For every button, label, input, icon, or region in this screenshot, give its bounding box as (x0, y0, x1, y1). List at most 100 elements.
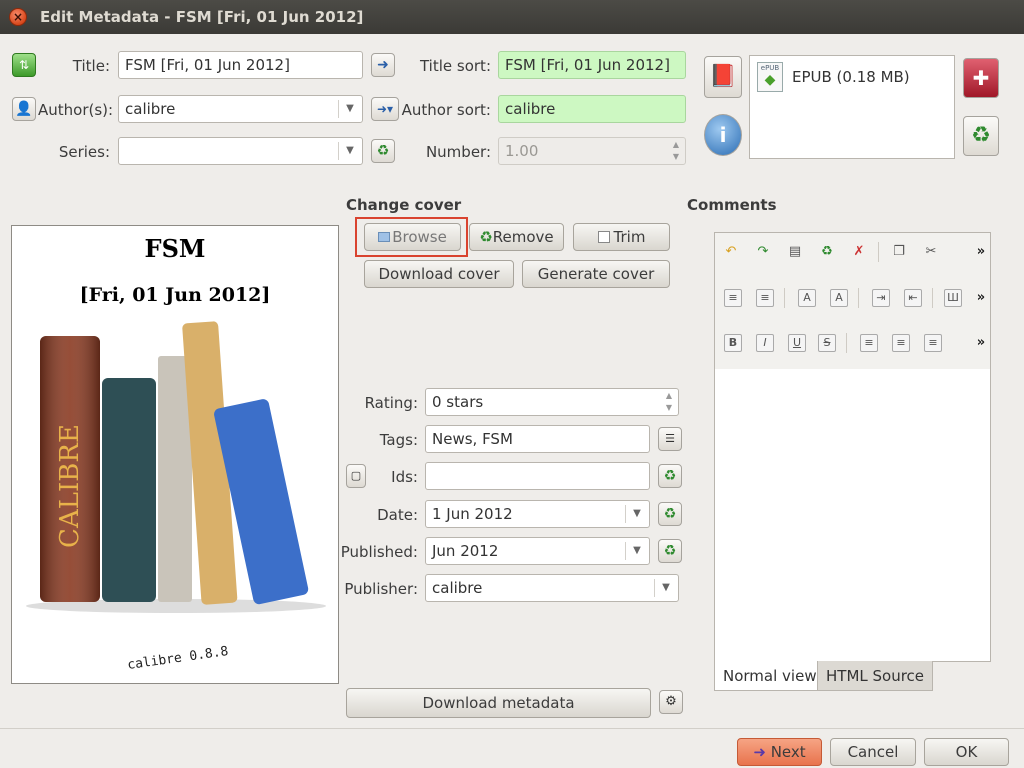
ok-button[interactable]: OK (924, 738, 1009, 766)
title-input[interactable]: FSM [Fri, 01 Jun 2012] (118, 51, 363, 79)
next-button[interactable]: ➜ Next (737, 738, 822, 766)
bottom-divider (0, 728, 1024, 729)
formats-list[interactable]: ePUB ◆ EPUB (0.18 MB) (749, 55, 955, 159)
remove-format-icon[interactable]: ♻ (963, 116, 999, 156)
clipboard-icon[interactable]: ▢ (346, 464, 366, 488)
clear-published-icon[interactable]: ♻ (658, 539, 682, 563)
add-format-icon[interactable]: ✚ (963, 58, 999, 98)
document-icon[interactable]: ▤ (784, 241, 806, 263)
image-icon (378, 232, 391, 242)
author-sort-label: Author sort: (401, 101, 491, 119)
number-label: Number: (425, 143, 491, 161)
close-window-button[interactable]: × (9, 8, 27, 26)
title-sort-label: Title sort: (419, 57, 491, 75)
outdent-icon[interactable]: ⇤ (904, 289, 922, 307)
published-value: Jun 2012 (432, 542, 499, 560)
more-tools-icon[interactable]: » (970, 287, 992, 309)
author-manage-icon[interactable]: 👤 (12, 97, 36, 121)
title-bar: × Edit Metadata - FSM [Fri, 01 Jun 2012] (0, 0, 1024, 34)
cover-preview-footer: calibre 0.8.8 (126, 643, 230, 674)
trim-cover-button[interactable]: Trim (573, 223, 670, 251)
clear-ids-icon[interactable]: ♻ (658, 464, 682, 488)
tags-label: Tags: (379, 431, 418, 449)
toolbar-row-1: ↶ ↷ ▤ ♻ ✗ ❐ ✂ » (718, 241, 988, 271)
author-to-sort-arrow-icon[interactable]: ➜▾ (371, 97, 399, 121)
gear-icon[interactable]: ⚙ (659, 690, 683, 714)
cancel-button[interactable]: Cancel (830, 738, 916, 766)
chevron-down-icon[interactable]: ▼ (625, 538, 649, 564)
redo-icon[interactable]: ↷ (752, 241, 774, 263)
block-style-icon[interactable]: Ш (944, 289, 962, 307)
toolbar-separator (932, 288, 933, 308)
authors-combobox[interactable]: calibre ▼ (118, 95, 363, 123)
generate-cover-button[interactable]: Generate cover (522, 260, 670, 288)
title-sort-input[interactable]: FSM [Fri, 01 Jun 2012] (498, 51, 686, 79)
more-tools-icon[interactable]: » (970, 241, 992, 263)
underline-icon[interactable]: U (788, 334, 806, 352)
align-right-icon[interactable]: ≡ (924, 334, 942, 352)
next-label: Next (770, 743, 806, 761)
series-label: Series: (58, 143, 110, 161)
align-left-icon[interactable]: ≡ (860, 334, 878, 352)
subscript-icon[interactable]: A (830, 289, 848, 307)
series-number-input[interactable]: 1.00 ▲ ▼ (498, 137, 686, 165)
toolbar-separator (784, 288, 785, 308)
download-cover-button[interactable]: Download cover (364, 260, 514, 288)
chevron-down-icon[interactable]: ▼ (338, 138, 362, 164)
undo-icon[interactable]: ↶ (720, 241, 742, 263)
books-illustration: CALIBRE (26, 321, 326, 613)
spinner-icon[interactable]: ▲ ▼ (667, 138, 685, 164)
browse-label: Browse (392, 228, 447, 246)
ordered-list-icon[interactable]: ≡ (724, 289, 742, 307)
recycle-icon: ♻ (479, 228, 493, 246)
cover-preview-subtitle: [Fri, 01 Jun 2012] (79, 284, 271, 306)
strikethrough-icon[interactable]: S (818, 334, 836, 352)
chevron-down-icon[interactable]: ▼ (338, 96, 362, 122)
tab-normal-view[interactable]: Normal view (714, 661, 826, 691)
chevron-down-icon[interactable]: ▼ (625, 501, 649, 527)
cover-preview[interactable]: FSM [Fri, 01 Jun 2012] CALIBRE calibre 0… (11, 225, 339, 684)
publisher-combobox[interactable]: calibre ▼ (425, 574, 679, 602)
browse-cover-button[interactable]: Browse (364, 223, 461, 251)
clear-date-icon[interactable]: ♻ (658, 502, 682, 526)
tag-editor-icon[interactable]: ☰ (658, 427, 682, 451)
superscript-icon[interactable]: A (798, 289, 816, 307)
remove-cover-button[interactable]: ♻Remove (469, 223, 564, 251)
copy-icon[interactable]: ❐ (888, 241, 910, 263)
ids-label: Ids: (391, 468, 418, 486)
format-item-epub[interactable]: EPUB (0.18 MB) (792, 68, 910, 86)
tab-html-source[interactable]: HTML Source (817, 661, 934, 691)
clear-format-icon[interactable]: ✗ (848, 241, 870, 263)
toolbar-separator (846, 333, 847, 353)
trim-icon (597, 231, 610, 243)
book-icon[interactable]: 📕 (704, 56, 742, 98)
author-sort-input[interactable]: calibre (498, 95, 686, 123)
title-label: Title: (72, 57, 110, 75)
spinner-icon[interactable]: ▲ ▼ (660, 389, 678, 415)
title-to-sort-arrow-icon[interactable]: ➜ (371, 53, 395, 77)
bold-icon[interactable]: B (724, 334, 742, 352)
download-metadata-button[interactable]: Download metadata (346, 688, 651, 718)
chevron-down-icon[interactable]: ▼ (654, 575, 678, 601)
ids-input[interactable] (425, 462, 650, 490)
toolbar-row-2: ≡ ≡ A A ⇥ ⇤ Ш » (718, 287, 988, 317)
rating-input[interactable]: 0 stars ▲ ▼ (425, 388, 679, 416)
align-center-icon[interactable]: ≡ (892, 334, 910, 352)
series-combobox[interactable]: ▼ (118, 137, 363, 165)
tags-input[interactable]: News, FSM (425, 425, 650, 453)
date-input[interactable]: 1 Jun 2012 ▼ (425, 500, 650, 528)
clear-series-icon[interactable]: ♻ (371, 139, 395, 163)
recycle-icon[interactable]: ♻ (816, 241, 838, 263)
cut-icon[interactable]: ✂ (920, 241, 942, 263)
italic-icon[interactable]: I (756, 334, 774, 352)
info-icon[interactable]: i (704, 114, 742, 156)
rating-value: 0 stars (432, 393, 484, 411)
swap-title-author-icon[interactable]: ⇅ (12, 53, 36, 77)
more-tools-icon[interactable]: » (970, 332, 992, 354)
trim-label: Trim (613, 228, 646, 246)
cover-preview-title: FSM (144, 234, 206, 263)
indent-icon[interactable]: ⇥ (872, 289, 890, 307)
unordered-list-icon[interactable]: ≡ (756, 289, 774, 307)
authors-label: Author(s): (38, 101, 114, 119)
published-input[interactable]: Jun 2012 ▼ (425, 537, 650, 565)
